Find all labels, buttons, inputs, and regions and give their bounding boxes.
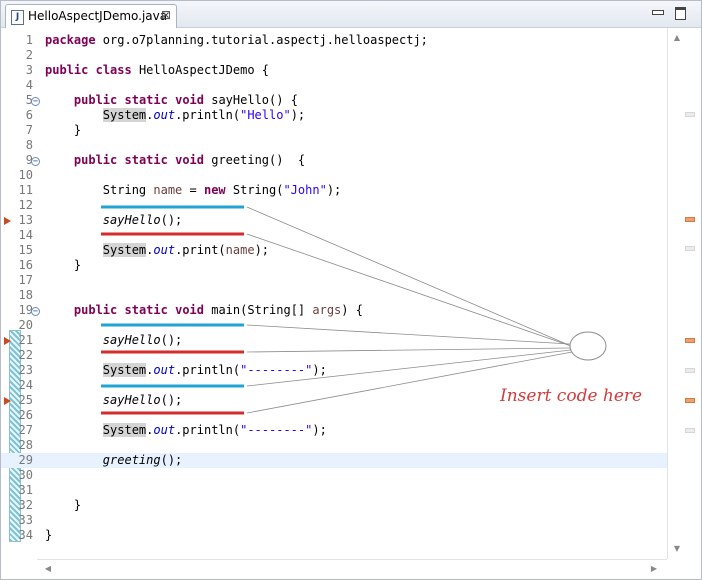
connector-line [246,347,571,353]
connector-line [246,324,571,345]
scroll-down-icon[interactable]: ▼ [672,545,682,553]
horizontal-scrollbar[interactable]: ◀ ▶ [37,559,667,578]
connector-line [246,233,572,347]
connector-lines [246,206,573,414]
maximize-icon[interactable] [675,7,686,20]
annotation-label: Insert code here [500,386,643,406]
ruler-advice-marker[interactable] [685,398,695,403]
ruler-advice-marker[interactable] [685,338,695,343]
scroll-left-icon[interactable]: ◀ [43,565,53,573]
ruler-mark [685,112,695,117]
editor-window: J HelloAspectJDemo.java ⊠ 1 package org.o… [0,0,702,580]
insertion-point-circle [569,331,607,361]
connector-line [246,206,572,347]
weaving-diagram [101,205,607,415]
scroll-right-icon[interactable]: ▶ [649,565,659,573]
java-file-icon: J [11,10,24,25]
vertical-scrollbar[interactable]: ▲ ▼ [667,28,686,559]
editor-tab-bar: J HelloAspectJDemo.java ⊠ [1,1,701,28]
connector-line [246,349,572,387]
join-point-markers [101,205,244,415]
editor-tab[interactable]: J HelloAspectJDemo.java ⊠ [5,4,177,28]
ruler-mark [685,246,695,251]
ruler-mark [685,368,695,373]
scroll-up-icon[interactable]: ▲ [672,34,682,42]
tab-title: HelloAspectJDemo.java [28,9,168,23]
ruler-mark [685,428,695,433]
overview-ruler[interactable] [685,28,701,559]
ruler-advice-marker[interactable] [685,217,695,222]
minimize-icon[interactable] [651,6,664,16]
tab-close-icon[interactable]: ⊠ [161,8,171,22]
